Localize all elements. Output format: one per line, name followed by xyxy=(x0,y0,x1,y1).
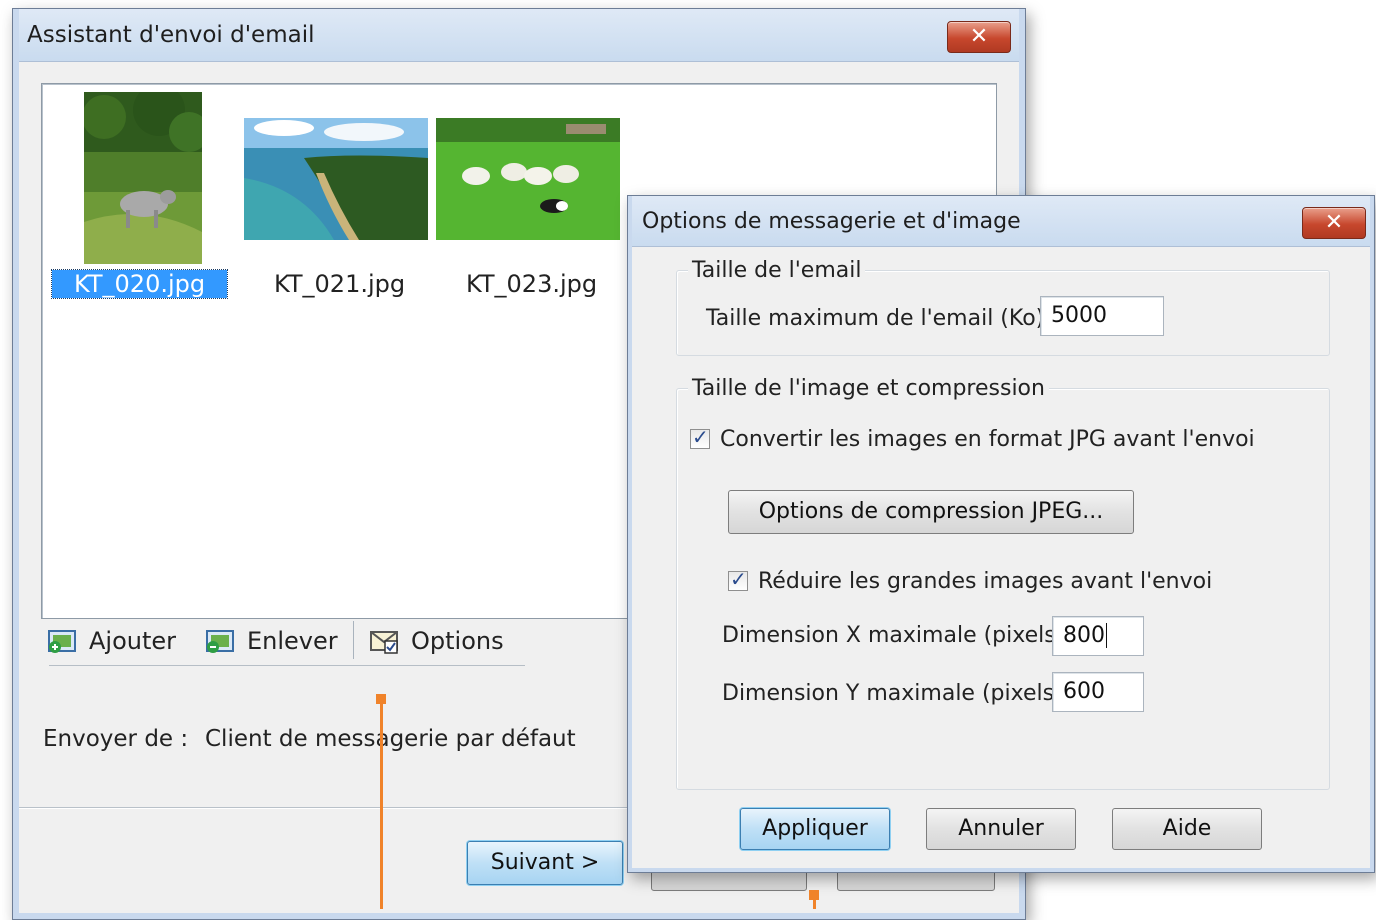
max-x-label: Dimension X maximale (pixels) : xyxy=(722,623,1079,648)
wizard-title: Assistant d'envoi d'email xyxy=(27,22,315,48)
max-x-field[interactable]: 800 xyxy=(1052,616,1144,656)
reduce-images-checkbox[interactable]: ✓ xyxy=(728,567,748,591)
thumbnail-kt-023[interactable] xyxy=(436,118,620,240)
thumbnail-label[interactable]: KT_020.jpg xyxy=(50,269,229,299)
email-size-group-label: Taille de l'email xyxy=(688,258,866,283)
next-button[interactable]: Suivant > xyxy=(467,841,623,885)
convert-jpg-checkbox[interactable]: ✓ xyxy=(690,425,710,449)
apply-button[interactable]: Appliquer xyxy=(740,808,890,850)
send-from-value[interactable]: Client de messagerie par défaut xyxy=(205,726,576,752)
options-title: Options de messagerie et d'image xyxy=(642,209,1021,234)
max-x-value: 800 xyxy=(1063,623,1105,648)
cancel-button[interactable]: Annuler xyxy=(926,808,1076,850)
toolbar-underline xyxy=(49,665,525,666)
goat-photo xyxy=(84,92,202,264)
max-y-field[interactable]: 600 xyxy=(1052,672,1144,712)
thumbnail-label[interactable]: KT_021.jpg xyxy=(274,270,405,298)
help-button[interactable]: Aide xyxy=(1112,808,1262,850)
options-label: Options xyxy=(411,627,504,655)
max-email-size-label: Taille maximum de l'email (Ko) : xyxy=(706,306,1059,331)
max-y-label: Dimension Y maximale (pixels) : xyxy=(722,681,1078,706)
callout-marker xyxy=(809,890,819,900)
jpeg-compression-options-button[interactable]: Options de compression JPEG... xyxy=(728,490,1134,534)
wizard-title-bar[interactable]: Assistant d'envoi d'email ✕ xyxy=(13,9,1025,62)
checkmark-icon: ✓ xyxy=(730,567,747,591)
remove-label: Enlever xyxy=(247,627,338,655)
max-email-size-field[interactable]: 5000 xyxy=(1040,296,1164,336)
callout-line xyxy=(380,694,383,909)
send-from-label: Envoyer de : xyxy=(43,726,189,752)
coastline-photo xyxy=(244,118,428,240)
sheep-photo xyxy=(436,118,620,240)
callout-marker xyxy=(376,694,386,704)
close-icon: ✕ xyxy=(969,24,989,49)
thumbnail-kt-020[interactable] xyxy=(84,92,202,264)
remove-image-icon xyxy=(206,630,234,653)
text-cursor xyxy=(1106,623,1107,648)
add-image-icon xyxy=(48,630,76,653)
remove-button[interactable]: Enlever xyxy=(205,623,338,659)
add-label: Ajouter xyxy=(89,627,177,655)
footer-separator xyxy=(13,807,633,808)
mail-image-options-dialog: Options de messagerie et d'image ✕ Taill… xyxy=(627,195,1375,873)
options-title-bar[interactable]: Options de messagerie et d'image ✕ xyxy=(628,196,1374,247)
mail-options-icon xyxy=(370,631,398,654)
thumbnail-label[interactable]: KT_023.jpg xyxy=(466,270,597,298)
wizard-close-button[interactable]: ✕ xyxy=(947,21,1011,53)
image-size-group-label: Taille de l'image et compression xyxy=(688,376,1049,401)
close-icon: ✕ xyxy=(1324,210,1344,235)
toolbar-separator xyxy=(353,621,354,659)
checkmark-icon: ✓ xyxy=(692,425,709,449)
options-button[interactable]: Options xyxy=(369,623,504,659)
thumbnail-kt-021[interactable] xyxy=(244,118,428,240)
convert-jpg-label[interactable]: Convertir les images en format JPG avant… xyxy=(720,427,1255,452)
reduce-images-label[interactable]: Réduire les grandes images avant l'envoi xyxy=(758,569,1212,594)
options-close-button[interactable]: ✕ xyxy=(1302,207,1366,239)
add-button[interactable]: Ajouter xyxy=(47,623,176,659)
